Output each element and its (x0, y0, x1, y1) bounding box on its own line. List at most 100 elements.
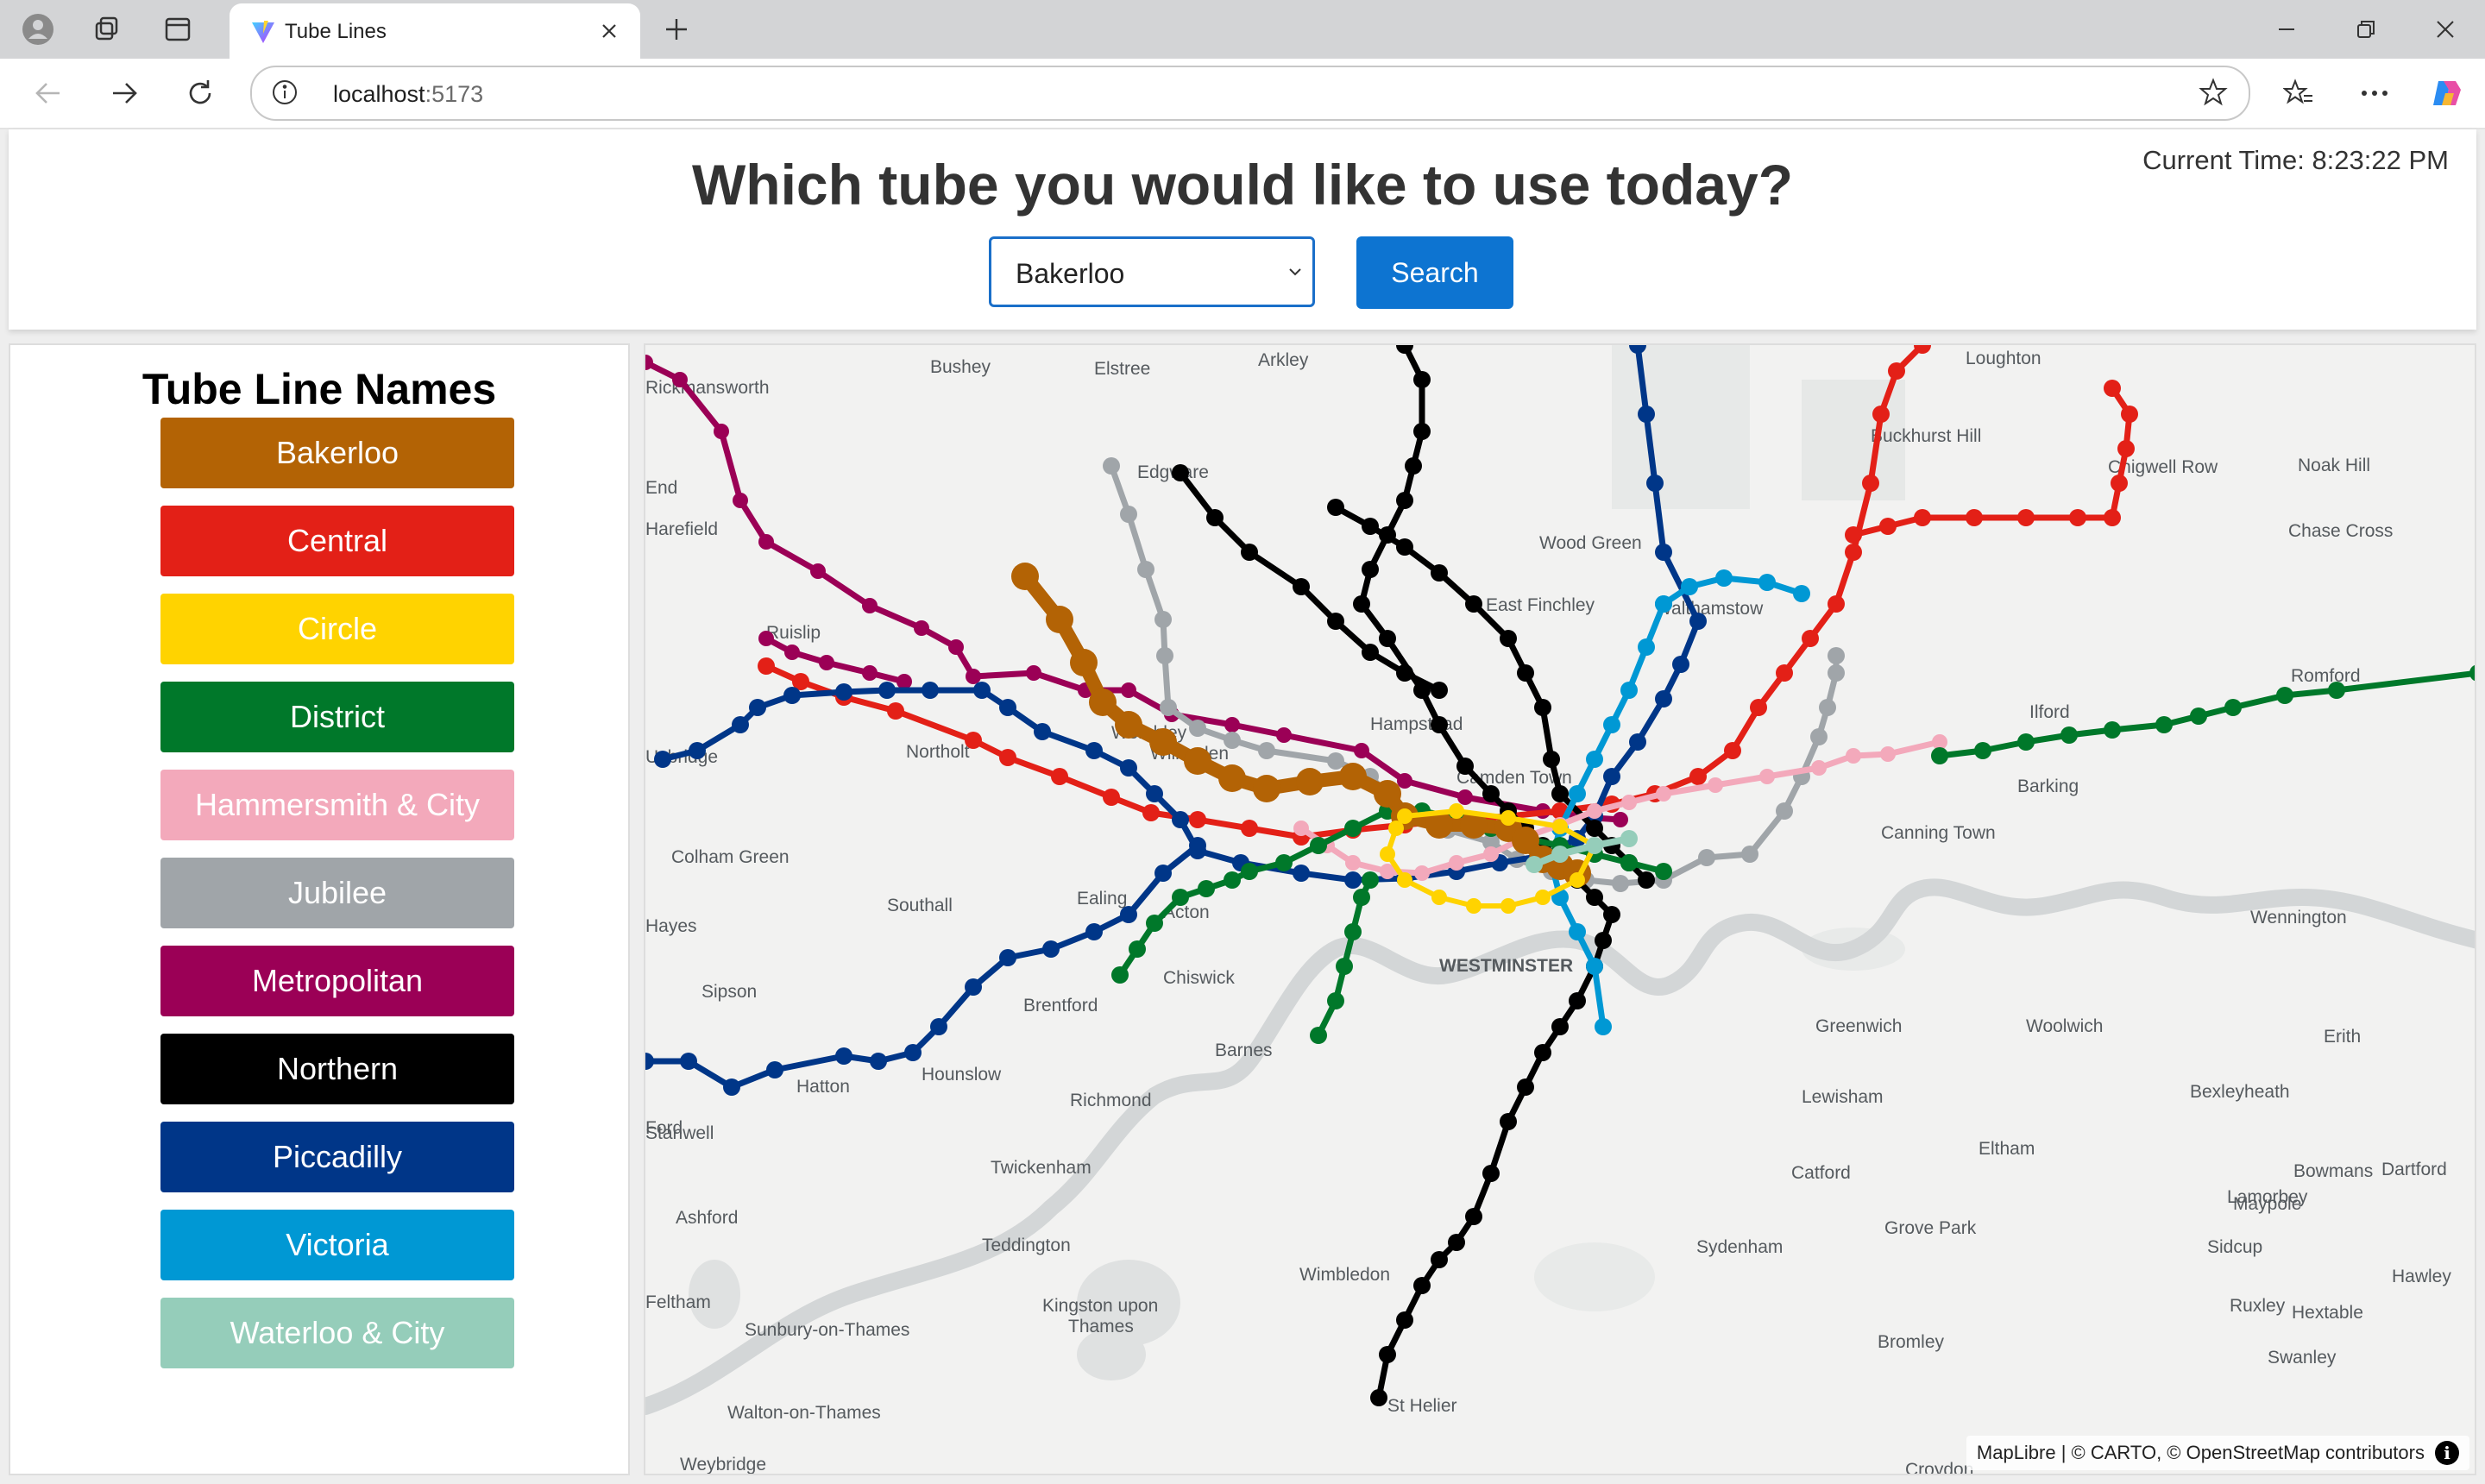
line-button-jubilee[interactable]: Jubilee (160, 858, 514, 928)
line-button-bakerloo[interactable]: Bakerloo (160, 418, 514, 488)
url-text[interactable]: localhost:5173 (333, 81, 483, 108)
piccadilly-station (999, 699, 1016, 716)
current-time: Current Time: 8:23:22 PM (2142, 145, 2449, 175)
favorite-star-icon[interactable] (2199, 78, 2228, 107)
central-station (1189, 811, 1206, 828)
piccadilly-station (870, 1053, 887, 1070)
metropolitan-station (966, 669, 981, 684)
workspaces-icon[interactable] (88, 10, 126, 48)
district-station (1111, 966, 1129, 984)
district-station (1198, 880, 1215, 897)
central-station (1828, 595, 1845, 613)
profile-icon[interactable] (19, 10, 57, 48)
line-button-circle[interactable]: Circle (160, 594, 514, 664)
attribution-text[interactable]: MapLibre | © CARTO, © OpenStreetMap cont… (1977, 1442, 2425, 1464)
jubilee-station (1137, 561, 1154, 578)
northern-station (1172, 464, 1189, 481)
metropolitan-station (948, 639, 964, 655)
line-button-victoria[interactable]: Victoria (160, 1210, 514, 1280)
northern-station (1327, 499, 1344, 516)
line-button-northern[interactable]: Northern (160, 1034, 514, 1104)
piccadilly-station (1154, 865, 1172, 882)
northern-station (1586, 889, 1603, 906)
central-station (2111, 475, 2128, 492)
central-station (2104, 380, 2121, 397)
place-label: Canning Town (1881, 823, 1996, 843)
district-station (1931, 747, 1948, 764)
line-button-hammersmith-city[interactable]: Hammersmith & City (160, 770, 514, 840)
refresh-icon[interactable] (179, 72, 221, 114)
tube-line-select[interactable]: Bakerloo (989, 236, 1315, 307)
line-button-central[interactable]: Central (160, 506, 514, 576)
active-tab[interactable]: Tube Lines (230, 3, 640, 59)
place-label: Ashford (676, 1208, 738, 1228)
piccadilly-station (1120, 759, 1137, 777)
piccadilly-station (680, 1053, 697, 1070)
northern-station (1362, 518, 1379, 535)
central-station (1241, 820, 1258, 837)
map-attribution[interactable]: MapLibre | © CARTO, © OpenStreetMap cont… (1966, 1436, 2469, 1470)
piccadilly-station (1689, 613, 1707, 630)
forward-icon[interactable] (104, 72, 145, 114)
more-options-icon[interactable] (2354, 72, 2395, 114)
back-icon[interactable] (28, 72, 69, 114)
place-label: Harefield (645, 519, 718, 539)
vertical-tabs-icon[interactable] (159, 10, 197, 48)
place-label: Sipson (701, 982, 757, 1002)
northern-station (1396, 1311, 1413, 1329)
place-label: Barking (2017, 777, 2079, 796)
district-station (1310, 837, 1327, 854)
line-button-waterloo-city[interactable]: Waterloo & City (160, 1298, 514, 1368)
place-label: Hampstead (1370, 714, 1463, 734)
hammersmith-city-station (1846, 748, 1861, 764)
central-station (1845, 544, 1862, 561)
northern-station (1534, 699, 1551, 716)
favorites-icon[interactable] (2278, 72, 2319, 114)
jubilee-station (1327, 752, 1344, 770)
metropolitan-station (1026, 665, 1041, 681)
site-info-icon[interactable] (271, 79, 299, 106)
browser-tab-bar: Tube Lines (0, 0, 2485, 59)
close-window-icon[interactable] (2421, 9, 2469, 50)
circle-station (1466, 898, 1482, 914)
hammersmith-city-station (1587, 803, 1602, 819)
search-button[interactable]: Search (1356, 236, 1513, 309)
copilot-icon[interactable] (2426, 72, 2468, 114)
attribution-info-icon[interactable]: i (2435, 1441, 2459, 1465)
piccadilly-station (930, 1018, 947, 1035)
northern-station (1379, 630, 1396, 647)
central-station (1142, 804, 1160, 821)
tube-map[interactable]: Bushey Elstree Arkley Loughton Rickmansworth… (644, 343, 2476, 1475)
line-button-piccadilly[interactable]: Piccadilly (160, 1122, 514, 1192)
minimize-icon[interactable] (2262, 9, 2311, 50)
line-button-district[interactable]: District (160, 682, 514, 752)
place-label: Loughton (1966, 349, 2041, 368)
metropolitan-station (758, 534, 774, 550)
new-tab-icon[interactable] (657, 10, 695, 48)
northern-station (1603, 906, 1620, 923)
place-label: Teddington (982, 1236, 1071, 1255)
bakerloo-station (1218, 764, 1246, 792)
district-station (1172, 889, 1189, 906)
place-label: Colham Green (671, 847, 790, 867)
district-station (2017, 733, 2035, 751)
northern-station (1379, 1346, 1396, 1363)
central-station (758, 657, 775, 675)
district-station (1353, 889, 1370, 906)
place-label: Maypole (2233, 1194, 2301, 1214)
central-station (1872, 406, 1890, 423)
close-tab-icon[interactable] (592, 14, 626, 48)
selected-line-value: Bakerloo (1016, 258, 1125, 289)
line-button-metropolitan[interactable]: Metropolitan (160, 946, 514, 1016)
central-station (1103, 789, 1120, 806)
piccadilly-station (1189, 837, 1206, 854)
place-label: Sidcup (2207, 1237, 2262, 1257)
northern-station (1413, 423, 1431, 440)
map-canvas[interactable]: Bushey Elstree Arkley Loughton Rickmansworth… (645, 345, 2476, 1475)
app-page: Which tube you would like to use today? … (0, 129, 2485, 1484)
restore-icon[interactable] (2342, 9, 2390, 50)
place-label: Ruxley (2230, 1296, 2286, 1316)
browser-toolbar: localhost:5173 (0, 59, 2485, 129)
address-bar[interactable]: localhost:5173 (250, 66, 2250, 121)
metropolitan-station (896, 674, 912, 689)
